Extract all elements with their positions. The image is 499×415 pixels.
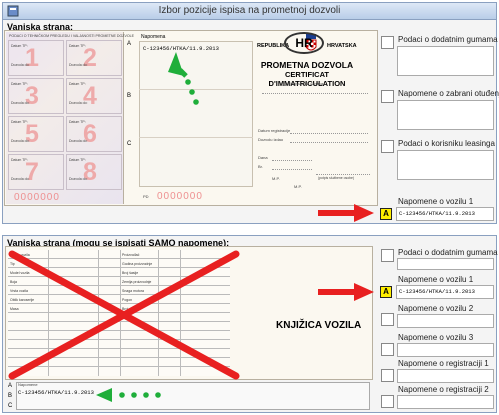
leasing-checkbox[interactable] <box>381 140 394 153</box>
row-label-c: C <box>8 403 13 409</box>
inspection-cell[interactable]: Datum TP: 7 Dozvola do: <box>8 154 64 190</box>
green-arrow-left-icon <box>96 388 161 402</box>
grid-header: PODACI O TEHNIČKOM PREGLEDU I VALJANOSTI… <box>9 34 135 38</box>
inspection-cell[interactable]: Datum TP: 4 Dozvola do: <box>66 78 122 114</box>
tyres-label: Podaci o dodatnim gumama <box>398 248 498 257</box>
field-line <box>262 93 368 94</box>
serial-number: 0000000 <box>157 191 203 202</box>
technical-inspection-grid: PODACI O TEHNIČKOM PREGLEDU I VALJANOSTI… <box>6 32 134 204</box>
inspection-cell[interactable]: Datum TP: 1 Dozvola do: <box>8 40 64 76</box>
registration-note-2-label: Napomene o registraciji 2 <box>398 385 489 394</box>
title-bar: Izbor pozicije ispisa na prometnoj dozvo… <box>3 3 496 20</box>
position-a-badge[interactable]: A <box>380 286 392 298</box>
hrvatska-text: HRVATSKA <box>327 43 357 49</box>
bottom-napomene-box[interactable] <box>16 382 370 410</box>
registration-note-1-checkbox[interactable] <box>381 369 394 382</box>
green-arrow-up-icon <box>168 52 199 105</box>
potpis-label: (potpis službene osobe) <box>318 176 355 180</box>
vehicle-note-2-checkbox[interactable] <box>381 313 394 326</box>
row-label-a: A <box>127 41 132 47</box>
prometna-dozvola-title: PROMETNA DOZVOLA <box>260 60 354 70</box>
registration-note-2-checkbox[interactable] <box>381 395 394 408</box>
inspection-cell[interactable]: Datum TP: 6 Dozvola do: <box>66 116 122 152</box>
red-arrow-right-icon <box>318 283 374 301</box>
row-label-c: C <box>127 141 132 147</box>
inspection-cell[interactable]: Datum TP: 2 Dozvola do: <box>66 40 122 76</box>
row-label-b: B <box>8 393 13 399</box>
inspection-cell[interactable]: Datum TP: 5 Dozvola do: <box>8 116 64 152</box>
inspection-cell[interactable]: Datum TP: 8 Dozvola do: <box>66 154 122 190</box>
vehicle-note-1-value: C-123456/HTKA/11.9.2013 <box>399 210 475 217</box>
vehicle-note-2-label: Napomene o vozilu 2 <box>398 304 474 313</box>
vehicle-note-1-value: C-123456/HTKA/11.9.2013 <box>399 288 475 295</box>
registration-note-1-label: Napomene o registraciji 1 <box>398 359 489 368</box>
vehicle-note-3-field[interactable] <box>397 343 494 357</box>
vehicle-note-1-label: Napomene o vozilu 1 <box>398 197 474 206</box>
mp-label-left: M.P. <box>272 176 280 181</box>
inspection-cell[interactable]: Datum TP: 3 Dozvola do: <box>8 78 64 114</box>
registarska-oznaka-label: Registarska oznaka <box>288 81 324 86</box>
tyres-checkbox[interactable] <box>381 36 394 49</box>
field-line <box>272 160 312 161</box>
bottom-napomene-label: Napomene <box>18 382 38 387</box>
field-line <box>290 133 368 134</box>
datum-registracije-label: Datum registracije <box>258 128 291 133</box>
field-line <box>272 169 312 170</box>
tyres-checkbox[interactable] <box>381 249 394 262</box>
vehicle-note-2-field[interactable] <box>397 314 494 328</box>
row-label-b: B <box>127 93 132 99</box>
red-arrow-right-icon <box>318 204 374 222</box>
hr-country-badge: HR <box>284 32 324 54</box>
serial-prefix: PD <box>143 194 149 199</box>
vehicle-note-3-checkbox[interactable] <box>381 343 394 356</box>
registration-note-2-field[interactable] <box>397 395 494 409</box>
leasing-field[interactable] <box>397 150 494 180</box>
window-title: Izbor pozicije ispisa na prometnoj dozvo… <box>158 5 341 16</box>
position-a-badge[interactable]: A <box>380 208 392 220</box>
alienation-label: Napomene o zabrani otuđenja <box>398 89 499 98</box>
tyres-label: Podaci o dodatnim gumama <box>398 35 498 44</box>
bottom-napomene-value: C-123456/HTKA/11.9.2013 <box>18 389 94 396</box>
alienation-field[interactable] <box>397 100 494 130</box>
registration-note-1-field[interactable] <box>397 369 494 383</box>
row-label-a: A <box>8 383 13 389</box>
alienation-checkbox[interactable] <box>381 90 394 103</box>
knjizica-vozila-title: KNJIŽICA VOZILA <box>276 320 362 331</box>
divider <box>139 137 253 138</box>
vehicle-note-1-label: Napomene o vozilu 1 <box>398 275 474 284</box>
dozvolu-izdao-label: Dozvolu izdao <box>258 137 284 142</box>
vehicle-note-3-label: Napomene o vozilu 3 <box>398 333 474 342</box>
tyres-field[interactable] <box>397 46 494 76</box>
leasing-label: Podaci o korisniku leasinga <box>398 139 495 148</box>
red-cross-icon <box>8 250 240 380</box>
dana-label: Dana <box>258 155 268 160</box>
tyres-field[interactable] <box>397 258 494 270</box>
license-number: 0000000 <box>14 192 60 203</box>
mp-label-right: M.P. <box>294 184 302 189</box>
field-line <box>316 174 370 175</box>
br-label: Br. <box>258 164 263 169</box>
field-line <box>290 142 368 143</box>
napomena-label: Napomena <box>141 34 166 40</box>
